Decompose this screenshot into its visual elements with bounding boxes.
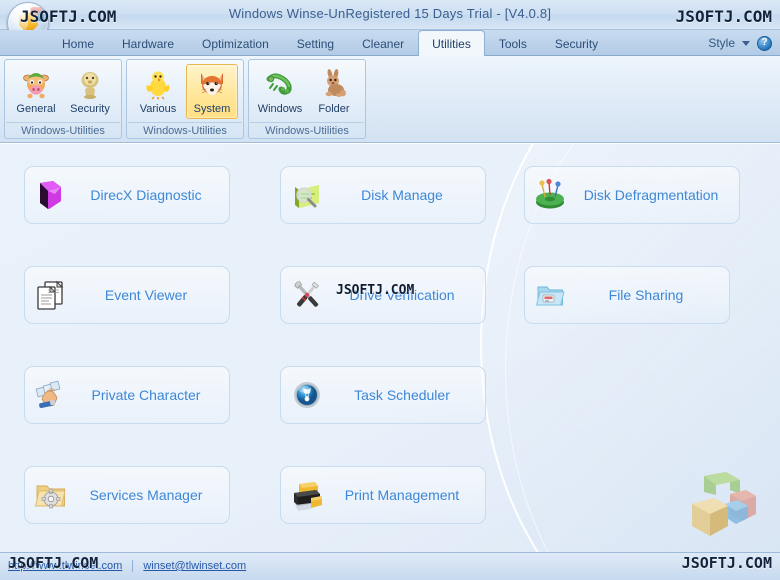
ribbon-group-2-caption: Windows-Utilities <box>128 122 242 138</box>
ribbon-button-windows[interactable]: Windows <box>254 64 306 119</box>
grid-cell: Task Scheduler <box>280 366 524 466</box>
shared-folder-icon <box>533 278 569 312</box>
style-controls: Style ? <box>708 30 772 56</box>
ribbon-group-2-items: Various System <box>132 62 238 121</box>
tile-task-scheduler-label: Task Scheduler <box>354 386 450 403</box>
chevron-down-icon[interactable] <box>742 40 750 46</box>
website-link[interactable]: http://www.tlwinset.com <box>8 560 122 572</box>
status-separator <box>132 560 134 572</box>
folder-gear-icon <box>33 478 69 512</box>
ribbon-group-3-caption: Windows-Utilities <box>250 122 364 138</box>
ribbon-group-1: General Security Windows-Utilities <box>4 59 122 139</box>
tile-private-character-label: Private Character <box>91 386 201 403</box>
grid-cell: Disk Defragmentation <box>524 166 780 266</box>
tab-security[interactable]: Security <box>541 30 612 56</box>
ribbon-group-1-items: General Security <box>10 62 116 121</box>
tile-drive-verification[interactable]: Drive Verification <box>280 266 486 324</box>
status-bar: http://www.tlwinset.com winset@tlwinset.… <box>0 552 780 580</box>
ribbon-group-1-caption: Windows-Utilities <box>6 122 120 138</box>
tab-strip: Home Hardware Optimization Setting Clean… <box>0 30 780 57</box>
directx-diamond-icon <box>33 178 69 212</box>
lion-icon <box>73 67 107 101</box>
ribbon-button-windows-label: Windows <box>257 103 303 115</box>
printer-icon <box>289 478 325 512</box>
grid-cell: Event Viewer <box>24 266 280 366</box>
status-bar-links: http://www.tlwinset.com winset@tlwinset.… <box>8 560 246 572</box>
tab-setting[interactable]: Setting <box>283 30 348 56</box>
help-question-icon[interactable]: ? <box>757 35 772 51</box>
ribbon-button-folder-label: Folder <box>318 103 350 115</box>
ribbon-button-security-label: Security <box>70 103 110 115</box>
main-content-area: DirecX Diagnostic Disk Manage Disk Defra… <box>0 143 780 552</box>
email-link[interactable]: winset@tlwinset.com <box>143 560 246 572</box>
ribbon-group-3: Windows Folder Windows-Utilities <box>248 59 366 139</box>
ribbon-button-general-label: General <box>16 103 56 115</box>
fox-icon <box>195 67 229 101</box>
tile-disk-defragmentation-label: Disk Defragmentation <box>583 186 719 203</box>
tab-home[interactable]: Home <box>48 30 108 56</box>
tile-file-sharing-label: File Sharing <box>608 286 684 303</box>
tile-print-management-label: Print Management <box>344 486 460 503</box>
tile-print-management[interactable]: Print Management <box>280 466 486 524</box>
window-title: Windows Winse-UnRegistered 15 Days Trial… <box>228 6 552 21</box>
tile-disk-manage-label: Disk Manage <box>361 186 443 203</box>
tile-private-character[interactable]: Private Character <box>24 366 230 424</box>
tab-hardware[interactable]: Hardware <box>108 30 188 56</box>
grid-cell: File Sharing <box>524 266 780 366</box>
tab-optimization[interactable]: Optimization <box>188 30 283 56</box>
ribbon-group-3-items: Windows Folder <box>254 62 360 121</box>
tile-directx-diagnostic[interactable]: DirecX Diagnostic <box>24 166 230 224</box>
tile-disk-defragmentation[interactable]: Disk Defragmentation <box>524 166 740 224</box>
grid-cell <box>524 466 780 552</box>
tab-list: Home Hardware Optimization Setting Clean… <box>48 30 612 57</box>
grid-cell: Drive Verification <box>280 266 524 366</box>
grid-cell: Services Manager <box>24 466 280 552</box>
chick-icon <box>141 67 175 101</box>
tab-tools[interactable]: Tools <box>485 30 541 56</box>
ribbon-button-various-label: Various <box>139 103 177 115</box>
ribbon-button-folder[interactable]: Folder <box>308 64 360 119</box>
grid-cell: Disk Manage <box>280 166 524 266</box>
style-label[interactable]: Style <box>708 36 735 50</box>
tile-file-sharing[interactable]: File Sharing <box>524 266 730 324</box>
chameleon-icon <box>263 67 297 101</box>
tile-disk-manage[interactable]: Disk Manage <box>280 166 486 224</box>
grid-cell <box>524 366 780 466</box>
utilities-tile-grid: DirecX Diagnostic Disk Manage Disk Defra… <box>0 144 780 552</box>
private-character-hand-icon <box>33 378 69 412</box>
tab-utilities[interactable]: Utilities <box>418 30 485 57</box>
ribbon-button-system[interactable]: System <box>186 64 238 119</box>
application-window: Windows Winse-UnRegistered 15 Days Trial… <box>0 0 780 580</box>
tile-task-scheduler[interactable]: Task Scheduler <box>280 366 486 424</box>
cow-icon <box>19 67 53 101</box>
tile-services-manager[interactable]: Services Manager <box>24 466 230 524</box>
tile-services-manager-label: Services Manager <box>89 486 203 503</box>
disk-manage-icon <box>289 178 325 212</box>
ribbon-button-security[interactable]: Security <box>64 64 116 119</box>
ribbon-button-system-label: System <box>193 103 231 115</box>
tab-cleaner[interactable]: Cleaner <box>348 30 418 56</box>
task-scheduler-clock-icon <box>289 378 325 412</box>
ribbon-group-2: Various System Windows-Utilities <box>126 59 244 139</box>
grid-cell: DirecX Diagnostic <box>24 166 280 266</box>
grid-cell: Print Management <box>280 466 524 552</box>
rabbit-icon <box>317 67 351 101</box>
disk-defrag-icon <box>533 178 569 212</box>
tools-wrench-screwdriver-icon <box>289 278 325 312</box>
ribbon-button-general[interactable]: General <box>10 64 62 119</box>
ribbon-button-various[interactable]: Various <box>132 64 184 119</box>
documents-icon <box>33 278 69 312</box>
tile-event-viewer[interactable]: Event Viewer <box>24 266 230 324</box>
grid-cell: Private Character <box>24 366 280 466</box>
title-bar: Windows Winse-UnRegistered 15 Days Trial… <box>0 0 780 44</box>
ribbon-toolbar: General Security Windows-Utilities Vario… <box>0 56 780 143</box>
tile-drive-verification-label: Drive Verification <box>349 286 455 303</box>
tile-event-viewer-label: Event Viewer <box>104 286 188 303</box>
tile-directx-diagnostic-label: DirecX Diagnostic <box>90 186 202 203</box>
